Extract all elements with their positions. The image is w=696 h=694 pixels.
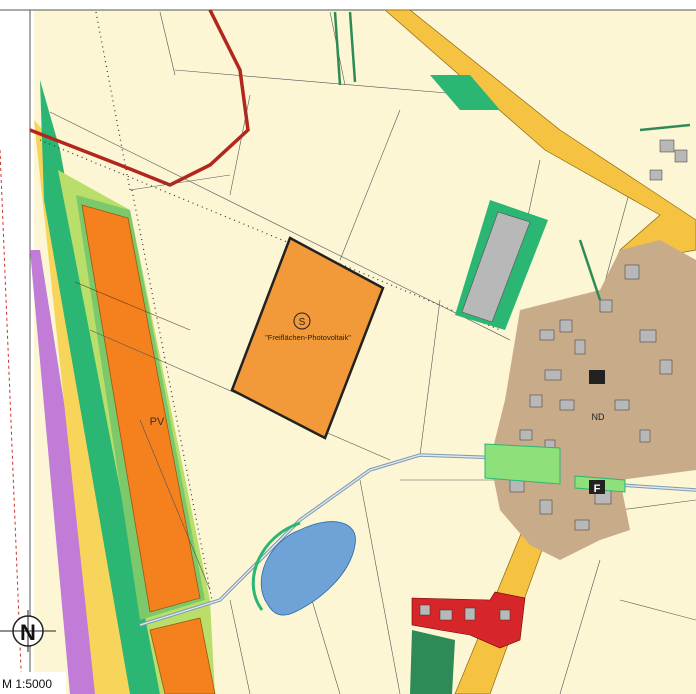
fire-station-label: F — [594, 483, 601, 495]
pv-north-label: "Freiflächen-Photovoltaik" — [265, 333, 351, 342]
green-field-south — [410, 630, 455, 694]
pv-symbol-letter: S — [299, 317, 306, 328]
north-arrow-letter: N — [20, 620, 36, 645]
natural-monument-label: ND — [592, 412, 605, 422]
land-use-map[interactable]: S "Freiflächen-Photovoltaik" PV F ND N M… — [0, 0, 696, 694]
green-crossing — [484, 443, 561, 485]
pv-west-label: PV — [150, 416, 165, 428]
scale-label: M 1:5000 — [2, 677, 52, 691]
marker-box-top — [589, 370, 605, 384]
village-area-east — [640, 290, 696, 420]
